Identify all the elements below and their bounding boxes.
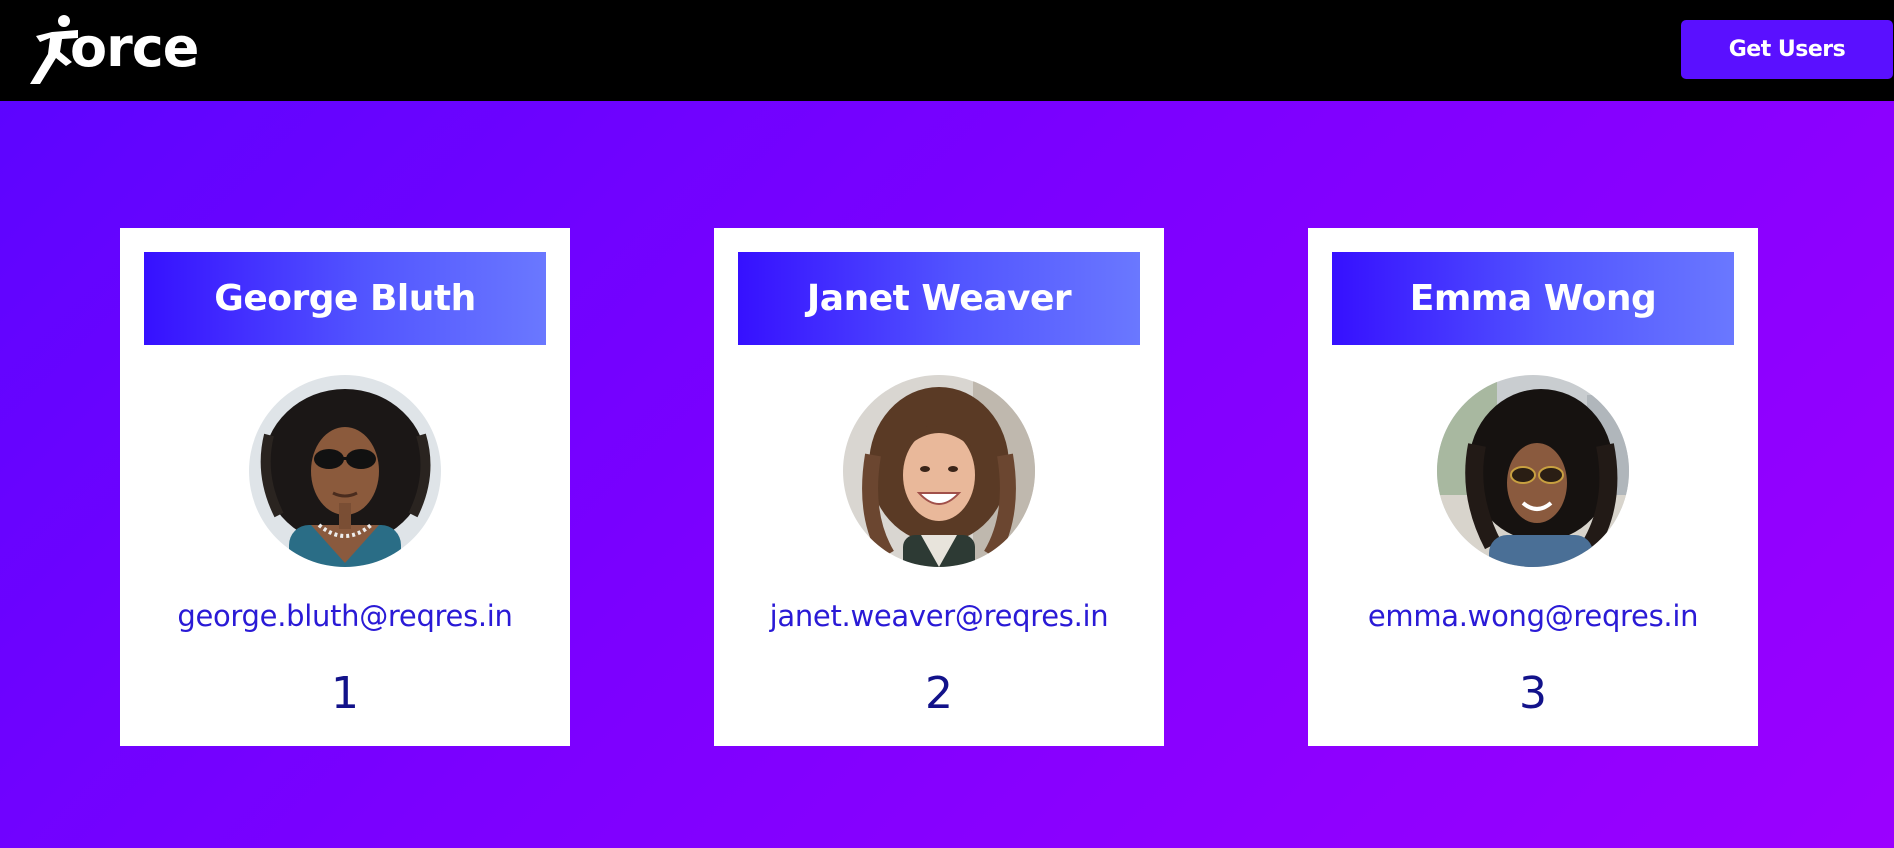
user-email[interactable]: george.bluth@reqres.in bbox=[120, 599, 570, 633]
user-name: George Bluth bbox=[144, 252, 546, 345]
user-name: Emma Wong bbox=[1332, 252, 1734, 345]
avatar bbox=[1437, 375, 1629, 567]
user-id: 2 bbox=[925, 668, 953, 719]
user-email[interactable]: janet.weaver@reqres.in bbox=[714, 599, 1164, 633]
avatar bbox=[249, 375, 441, 567]
user-card: George Bluth george.bluth@reqres.in 1 bbox=[120, 228, 570, 746]
user-name: Janet Weaver bbox=[738, 252, 1140, 345]
user-id: 3 bbox=[1519, 668, 1547, 719]
user-email[interactable]: emma.wong@reqres.in bbox=[1308, 599, 1758, 633]
get-users-button[interactable]: Get Users bbox=[1681, 20, 1893, 79]
brand-logo[interactable]: orce bbox=[26, 12, 216, 88]
avatar bbox=[843, 375, 1035, 567]
user-id: 1 bbox=[331, 668, 359, 719]
brand-name: orce bbox=[70, 16, 199, 79]
navbar: orce Get Users bbox=[0, 0, 1894, 101]
user-card: Janet Weaver janet.weaver@reqres.in 2 bbox=[714, 228, 1164, 746]
user-card: Emma Wong emma.wong@reqres.in 3 bbox=[1308, 228, 1758, 746]
